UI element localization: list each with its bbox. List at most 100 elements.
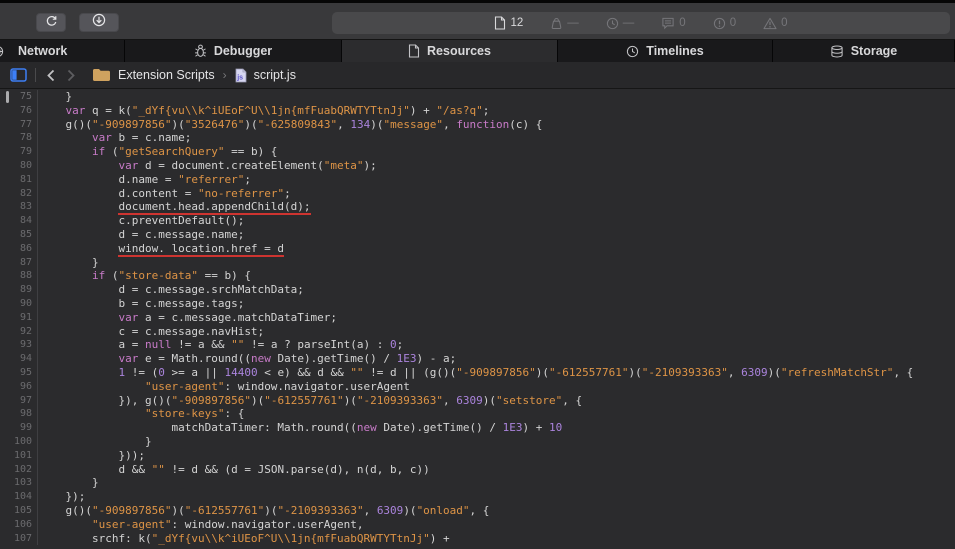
code-line: 76 var q = k("_dYf{vu\\k^iUEoF^U\\1jn{mf… xyxy=(0,103,955,118)
tab-label: Resources xyxy=(427,44,491,58)
code-line: 75 } xyxy=(0,90,955,104)
tab-timelines[interactable]: Timelines xyxy=(558,40,773,62)
sidebar-toggle-icon[interactable] xyxy=(10,68,27,82)
line-number[interactable]: 82 xyxy=(0,186,38,201)
code-line: 93 a = null != a && "" != a ? parseInt(a… xyxy=(0,338,955,353)
line-number[interactable]: 83 xyxy=(0,200,38,215)
triangle-exclaim-icon xyxy=(763,17,777,30)
code-text: } xyxy=(91,255,99,269)
tab-resources[interactable]: Resources xyxy=(342,40,558,62)
line-number[interactable]: 76 xyxy=(0,103,38,118)
line-number[interactable]: 100 xyxy=(0,434,38,449)
folder-icon xyxy=(92,68,111,82)
code-text: } xyxy=(144,434,152,448)
line-number[interactable]: 86 xyxy=(0,241,38,256)
back-button[interactable] xyxy=(46,69,56,82)
code-text: }), g()("-909897856")("-612557761")("-21… xyxy=(118,393,583,407)
database-icon xyxy=(830,45,844,58)
line-number[interactable]: 105 xyxy=(0,503,38,518)
error-count-value: 0 xyxy=(729,17,737,29)
code-line: 84 c.preventDefault(); xyxy=(0,214,955,228)
code-text: var a = c.message.matchDataTimer; xyxy=(118,310,338,324)
line-number[interactable]: 90 xyxy=(0,296,38,311)
line-number[interactable]: 78 xyxy=(0,131,38,146)
code-text: d = c.message.name; xyxy=(118,227,245,241)
tab-debugger[interactable]: Debugger xyxy=(125,40,342,62)
code-text: d.content = "no-referrer"; xyxy=(118,186,291,200)
code-text: c = c.message.navHist; xyxy=(118,324,265,338)
source-code-editor[interactable]: 75 } 76 var q = k("_dYf{vu\\k^iUEoF^U\\1j… xyxy=(0,89,955,549)
svg-text:js: js xyxy=(236,74,243,81)
resource-count-value: 12 xyxy=(510,17,524,29)
divider xyxy=(35,68,36,82)
code-text: var d = document.createElement("meta"); xyxy=(118,158,377,172)
line-number[interactable]: 95 xyxy=(0,365,38,380)
code-line: 83 document.head.appendChild(d); xyxy=(0,200,955,216)
warning-count-value: 0 xyxy=(781,17,788,29)
console-message-count-value: 0 xyxy=(679,17,686,29)
navigation-bar: Extension Scripts › js script.js xyxy=(0,62,955,89)
load-time-value: — xyxy=(622,17,635,29)
code-line: 77 g()("-909897856")("3526476")("-625809… xyxy=(0,117,955,132)
line-number[interactable]: 98 xyxy=(0,407,38,422)
code-text: a = null != a && "" != a ? parseInt(a) :… xyxy=(118,338,404,352)
line-number[interactable]: 96 xyxy=(0,379,38,394)
line-number[interactable]: 80 xyxy=(0,158,38,173)
tab-label: Timelines xyxy=(646,44,704,58)
line-number[interactable]: 93 xyxy=(0,338,38,353)
document-icon xyxy=(494,16,506,30)
download-button[interactable] xyxy=(79,13,119,32)
breadcrumb-folder-label[interactable]: Extension Scripts xyxy=(118,68,215,82)
line-number[interactable]: 102 xyxy=(0,462,38,477)
tab-network[interactable]: Network xyxy=(0,40,125,62)
line-number[interactable]: 97 xyxy=(0,393,38,408)
line-number[interactable]: 88 xyxy=(0,269,38,284)
line-number[interactable]: 77 xyxy=(0,117,38,132)
line-number[interactable]: 92 xyxy=(0,324,38,339)
line-number[interactable]: 104 xyxy=(0,490,38,504)
tab-label: Storage xyxy=(850,44,898,58)
code-text: 1 != (0 >= a || 14400 < e) && d && "" !=… xyxy=(118,365,914,379)
line-number[interactable]: 107 xyxy=(0,531,38,546)
bubble-icon xyxy=(661,17,675,30)
line-number[interactable]: 84 xyxy=(0,214,38,228)
clock-icon xyxy=(626,45,639,58)
line-number[interactable]: 101 xyxy=(0,448,38,463)
line-number[interactable]: 99 xyxy=(0,421,38,435)
clock-icon xyxy=(606,17,619,30)
code-text: var b = c.name; xyxy=(91,131,192,145)
line-number[interactable]: 103 xyxy=(0,476,38,491)
line-number[interactable]: 81 xyxy=(0,172,38,187)
resource-count: 12 xyxy=(494,16,523,30)
circle-exclaim-icon xyxy=(713,17,726,30)
line-number[interactable]: 89 xyxy=(0,283,38,297)
line-number[interactable]: 91 xyxy=(0,310,38,325)
code-line: 86 window. location.href = d xyxy=(0,241,955,257)
activity-status-bar[interactable]: 12 — — 0 0 0 xyxy=(332,12,950,34)
code-line: 92 c = c.message.navHist; xyxy=(0,324,955,339)
line-number[interactable]: 87 xyxy=(0,255,38,270)
line-number[interactable]: 79 xyxy=(0,145,38,159)
code-line: 103 } xyxy=(0,476,955,491)
line-number[interactable]: 106 xyxy=(0,517,38,532)
weight-icon xyxy=(550,17,563,30)
code-text: } xyxy=(65,90,73,103)
code-line: 105 g()("-909897856")("-612557761")("-21… xyxy=(0,503,955,518)
tab-storage[interactable]: Storage xyxy=(773,40,955,62)
load-time: — xyxy=(606,17,635,30)
reload-button[interactable] xyxy=(36,13,66,32)
breadcrumb-file-label[interactable]: script.js xyxy=(254,68,296,82)
line-number[interactable]: 94 xyxy=(0,352,38,366)
code-text: d = c.message.srchMatchData; xyxy=(118,283,304,297)
forward-button[interactable] xyxy=(66,69,76,82)
code-line: 85 d = c.message.name; xyxy=(0,227,955,242)
code-text: })); xyxy=(118,448,145,462)
inspector-tab-bar: Network Debugger Resources Timelines Storage xyxy=(0,40,955,62)
code-line: 101 })); xyxy=(0,448,955,463)
code-text: window. location.href = d xyxy=(38,241,285,257)
code-line: 104 }); xyxy=(0,490,955,504)
warning-count: 0 xyxy=(763,17,788,30)
line-number[interactable]: 75 xyxy=(0,90,38,104)
bug-icon xyxy=(194,44,207,58)
line-number[interactable]: 85 xyxy=(0,227,38,242)
